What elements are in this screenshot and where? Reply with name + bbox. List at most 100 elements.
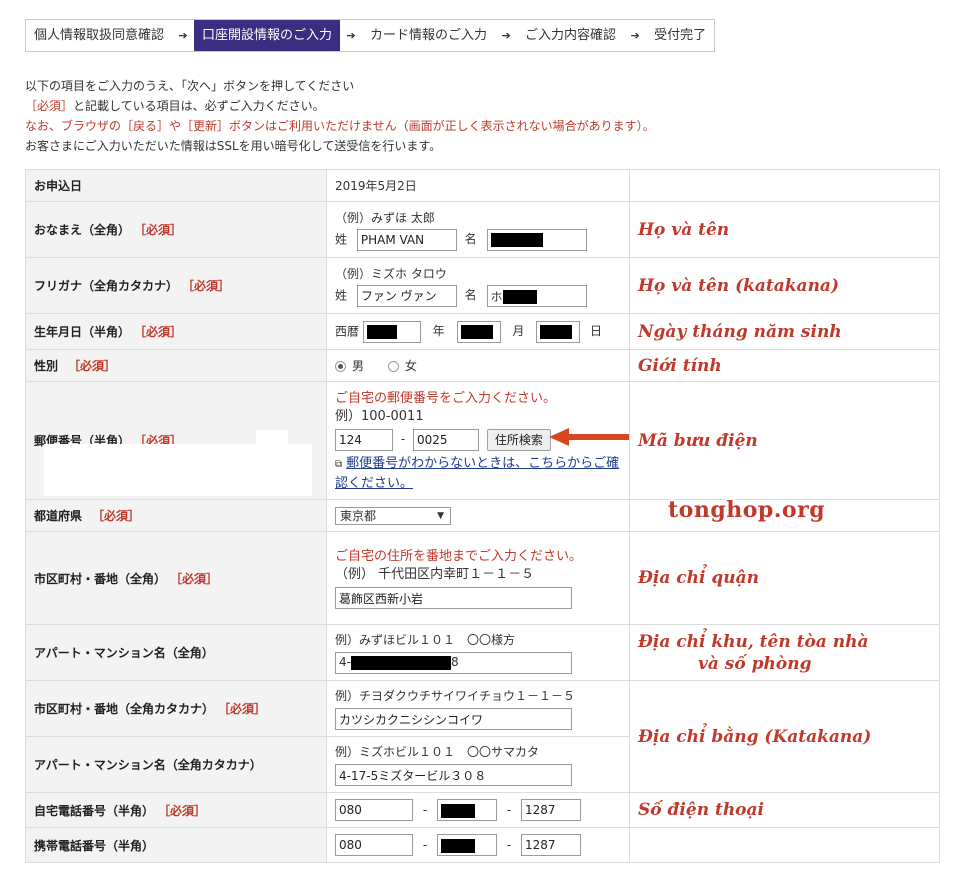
birth-month-input[interactable] [456, 320, 501, 343]
field-label: フリガナ（全角カタカナ） ［必須］ [25, 257, 327, 314]
last-name-kana-input[interactable] [356, 284, 457, 307]
field-label: 生年月日（半角） ［必須］ [25, 313, 327, 350]
radio-unchecked-icon [387, 361, 399, 372]
required-mark: ［必須］ [188, 279, 231, 293]
row-birthdate: 生年月日（半角） ［必須］ 西暦 年 月 日 Ngày tháng năm sin… [25, 313, 940, 350]
redaction [441, 803, 475, 818]
birth-day-input[interactable] [536, 320, 581, 343]
instruction-line: 以下の項目をご入力のうえ、「次へ」ボタンを押してください [25, 79, 355, 93]
redaction [490, 233, 543, 247]
birth-year-input[interactable] [362, 320, 421, 343]
note-cell: Họ và tên (katakana) [629, 257, 940, 314]
field-label: 市区町村・番地（全角） ［必須］ [25, 531, 327, 625]
step-arrow-icon: ➔ [624, 20, 647, 51]
row-furigana: フリガナ（全角カタカナ）［必須］ （例）ミズホ タロウ 姓 名 ホ Họ và … [25, 257, 940, 314]
step-confirm: ご入力内容確認 [517, 20, 625, 51]
day-label: 日 [590, 324, 603, 338]
first-name-input[interactable] [486, 228, 587, 251]
first-name-kana-input[interactable]: ホ [486, 284, 587, 307]
required-mark: ［必須］ [176, 571, 219, 586]
step-arrow-icon: ➔ [495, 20, 518, 51]
field-label: お申込日 [25, 169, 327, 202]
era-label: 西暦 [335, 324, 360, 338]
field-label: アパート・マンション名（全角） [25, 624, 327, 681]
required-mark: ［必須］ [25, 99, 74, 113]
required-mark: ［必須］ [224, 702, 267, 716]
note-cell: Giới tính [629, 349, 940, 382]
instruction-line: お客さまにご入力いただいた情報はSSLを用い暗号化して送受信を行います。 [25, 139, 442, 153]
redaction [502, 290, 537, 304]
mobile-phone-3-input[interactable] [521, 834, 581, 856]
row-gender: 性別 ［必須］ 男 女 Giới tính [25, 349, 940, 382]
step-arrow-icon: ➔ [172, 20, 195, 51]
redaction [350, 655, 451, 670]
home-phone-2-input[interactable] [437, 799, 497, 821]
note-cell: Địa chỉ quận [629, 531, 940, 625]
step-account-info: 口座開設情報のご入力 [194, 20, 341, 51]
note-cell: Ngày tháng năm sinh [629, 313, 940, 350]
note-cell [629, 169, 940, 202]
example-text: （例）みずほ 太郎 [335, 210, 435, 225]
required-mark: ［必須］ [92, 509, 141, 523]
sei-label: 姓 [335, 288, 348, 302]
field-label: 自宅電話番号（半角） ［必須］ [25, 792, 327, 828]
instruction-line: ［必須］と記載している項目は、必ずご入力ください。 [25, 96, 945, 116]
gender-female-radio[interactable]: 女 [387, 359, 417, 373]
redaction-patch [256, 430, 288, 446]
mei-label: 名 [464, 232, 477, 246]
phone-dash: - [422, 837, 428, 852]
required-mark: ［必須］ [140, 223, 183, 237]
required-mark: ［必須］ [68, 359, 117, 373]
phone-dash: - [506, 837, 512, 852]
step-arrow-icon: ➔ [340, 20, 363, 51]
home-phone-3-input[interactable] [521, 799, 581, 821]
phone-dash: - [422, 802, 428, 817]
example-text: （例）ミズホ タロウ [335, 266, 447, 281]
mei-label: 名 [464, 288, 477, 302]
application-date-value: 2019年5月2日 [326, 169, 630, 202]
zip-second-input[interactable] [413, 428, 479, 451]
year-label: 年 [432, 324, 445, 338]
example-text: 例）ミズホビル１０１ 〇〇サマカタ [335, 745, 540, 759]
address-search-button[interactable]: 住所検索 [486, 428, 551, 451]
mobile-phone-2-input[interactable] [437, 834, 497, 856]
field-label: 都道府県 ［必須］ [25, 499, 327, 532]
dropdown-caret-icon: ▼ [437, 510, 444, 521]
home-phone-1-input[interactable] [335, 799, 413, 821]
row-city: 市区町村・番地（全角） ［必須］ ご自宅の住所を番地までご入力ください。 （例） … [25, 531, 940, 625]
example-text: 例）みずほビル１０１ 〇〇様方 [335, 633, 516, 647]
postal-lookup-link[interactable]: 郵便番号がわからないときは、こちらからご確認ください。 [335, 456, 619, 491]
step-card-info: カード情報のご入力 [362, 20, 496, 51]
redaction [366, 325, 397, 339]
field-label: 市区町村・番地（全角カタカナ） ［必須］ [25, 680, 327, 737]
prefecture-select[interactable]: 東京都 ▼ [335, 506, 451, 525]
row-city-kana: 市区町村・番地（全角カタカナ） ［必須］ 例）チヨダクウチサイワイチョウ１－１－５… [25, 680, 940, 793]
city-message: ご自宅の住所を番地までご入力ください。 [335, 549, 583, 564]
redaction [441, 838, 475, 853]
watermark-logo: tonghop.org [668, 497, 826, 523]
zip-first-input[interactable] [335, 428, 393, 451]
gender-male-radio[interactable]: 男 [335, 359, 364, 373]
field-label: おなまえ（全角） ［必須］ [25, 201, 327, 258]
last-name-input[interactable] [356, 228, 457, 251]
row-mobile-phone: 携帯電話番号（半角） - - [25, 827, 940, 863]
apartment-input[interactable]: 4- 8 [335, 652, 572, 674]
note-cell: Địa chỉ bằng (Katakana) [629, 680, 940, 793]
instruction-warning: なお、ブラウザの［戻る］や［更新］ボタンはご利用いただけません（画面が正しく表示… [25, 119, 655, 133]
row-application-date: お申込日 2019年5月2日 [25, 169, 940, 202]
example-text: 例）100-0011 [335, 408, 424, 424]
city-kana-input[interactable] [335, 708, 572, 730]
note-cell: Mã bưu điện [629, 381, 940, 500]
note-cell [629, 827, 940, 863]
note-cell: Số điện thoại [629, 792, 940, 828]
mobile-phone-1-input[interactable] [335, 834, 413, 856]
field-label: 携帯電話番号（半角） [25, 827, 327, 863]
city-input[interactable] [335, 587, 572, 609]
step-consent: 個人情報取扱同意確認 [26, 20, 173, 51]
row-home-phone: 自宅電話番号（半角）［必須］ - - Số điện thoại [25, 792, 940, 828]
sei-label: 姓 [335, 232, 348, 246]
redaction-patch [44, 444, 312, 496]
required-mark: ［必須］ [164, 803, 207, 818]
field-label: アパート・マンション名（全角カタカナ） [25, 736, 327, 793]
apartment-kana-input[interactable] [335, 764, 572, 786]
